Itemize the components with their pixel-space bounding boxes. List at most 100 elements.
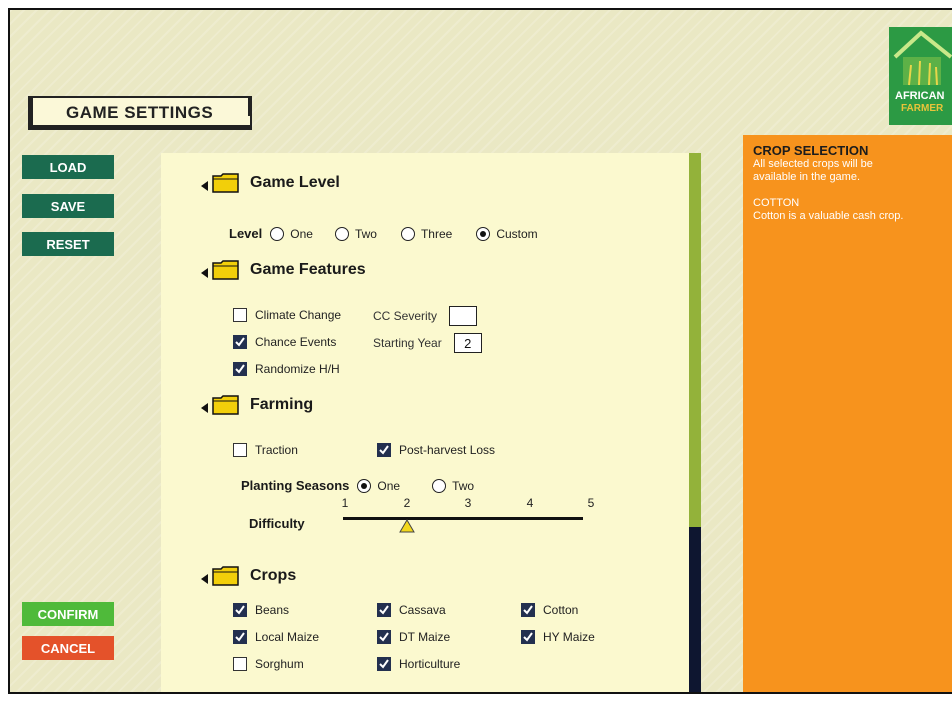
folder-icon [212, 566, 240, 586]
level-option-custom[interactable]: Custom [476, 226, 538, 241]
section-title: Game Level [250, 174, 340, 191]
crop-label: Cotton [543, 603, 579, 617]
crop-label: HY Maize [543, 630, 595, 644]
checkbox-label: Traction [255, 443, 298, 457]
slider-tick-label: 5 [587, 496, 595, 510]
post-harvest-checkbox[interactable]: Post-harvest Loss [377, 443, 495, 457]
crop-checkbox[interactable]: DT Maize [377, 630, 450, 644]
chance-events-checkbox[interactable]: Chance Events [233, 335, 336, 349]
info-title: CROP SELECTION [753, 143, 869, 158]
seasons-option-one[interactable]: One [357, 478, 401, 493]
save-button[interactable]: SAVE [22, 194, 114, 218]
info-line: All selected crops will be [753, 158, 873, 170]
info-line: available in the game. [753, 171, 861, 183]
cc-severity-input[interactable] [449, 306, 478, 326]
crop-checkbox[interactable]: Sorghum [233, 657, 304, 671]
folder-icon [212, 395, 240, 415]
level-option-three[interactable]: Three [400, 226, 452, 241]
option-label: Custom [496, 226, 538, 241]
load-button[interactable]: LOAD [22, 155, 114, 179]
section-game-level[interactable]: Game Level [201, 173, 340, 193]
section-game-features[interactable]: Game Features [201, 260, 366, 280]
collapse-triangle-icon[interactable] [201, 181, 208, 191]
game-window: GAME SETTINGS LOAD SAVE RESET CONFIRM CA… [8, 8, 952, 694]
level-label: Level [229, 226, 263, 241]
radio-selected-icon[interactable] [357, 478, 372, 493]
radio-selected-icon[interactable] [476, 226, 491, 241]
slider-tick-label: 4 [526, 496, 534, 510]
collapse-triangle-icon[interactable] [201, 574, 208, 584]
radio-icon[interactable] [270, 226, 285, 241]
crop-checkbox[interactable]: HY Maize [521, 630, 595, 644]
planting-seasons-label: Planting Seasons [241, 478, 350, 493]
collapse-triangle-icon[interactable] [201, 403, 208, 413]
section-title: Crops [250, 567, 297, 584]
starting-year-label: Starting Year [373, 336, 442, 350]
checkmark-icon[interactable] [377, 603, 391, 617]
option-label: One [377, 478, 401, 493]
checkmark-icon[interactable] [377, 657, 391, 671]
traction-checkbox[interactable]: Traction [233, 443, 298, 457]
crop-checkbox[interactable]: Horticulture [377, 657, 460, 671]
cc-severity-row: CC Severity [373, 306, 478, 326]
option-label: Two [452, 478, 475, 493]
crop-checkbox[interactable]: Cassava [377, 603, 446, 617]
slider-track[interactable] [343, 517, 583, 520]
crop-label: Sorghum [255, 657, 304, 671]
seasons-option-two[interactable]: Two [432, 478, 475, 493]
collapse-triangle-icon[interactable] [201, 268, 208, 278]
level-option-two[interactable]: Two [334, 226, 377, 241]
checkbox-icon[interactable] [233, 443, 247, 457]
crop-label: Local Maize [255, 630, 320, 644]
starting-year-row: Starting Year [373, 333, 482, 353]
starting-year-input[interactable] [453, 333, 482, 353]
page-title: GAME SETTINGS [28, 96, 252, 130]
difficulty-slider[interactable]: 1 2 3 4 5 [342, 496, 594, 534]
radio-icon[interactable] [432, 478, 447, 493]
reset-button[interactable]: RESET [22, 232, 114, 256]
checkbox-icon[interactable] [233, 657, 247, 671]
crop-label: Cassava [399, 603, 446, 617]
planting-seasons-row: Planting Seasons One Two [241, 478, 474, 493]
crop-label: Horticulture [399, 657, 461, 671]
checkmark-icon[interactable] [233, 630, 247, 644]
checkbox-label: Randomize H/H [255, 362, 340, 376]
folder-icon [212, 260, 240, 280]
checkbox-label: Climate Change [255, 308, 342, 322]
option-label: One [290, 226, 313, 241]
info-subtitle: COTTON [753, 197, 800, 209]
crop-checkbox[interactable]: Beans [233, 603, 289, 617]
info-panel: CROP SELECTION All selected crops will b… [743, 135, 952, 692]
logo-text: FARMER [901, 103, 944, 114]
difficulty-label: Difficulty [249, 516, 305, 531]
slider-tick-label: 3 [464, 496, 472, 510]
african-farmer-logo: AFRICAN FARMER [889, 27, 952, 125]
checkmark-icon[interactable] [233, 603, 247, 617]
scrollbar-thumb[interactable] [689, 153, 701, 527]
randomize-checkbox[interactable]: Randomize H/H [233, 362, 340, 376]
checkmark-icon[interactable] [233, 335, 247, 349]
checkmark-icon[interactable] [521, 630, 535, 644]
confirm-button[interactable]: CONFIRM [22, 602, 114, 626]
scrollbar[interactable] [689, 153, 701, 692]
slider-tick-label: 1 [341, 496, 349, 510]
section-farming[interactable]: Farming [201, 395, 313, 415]
crop-checkbox[interactable]: Cotton [521, 603, 578, 617]
radio-icon[interactable] [400, 226, 415, 241]
crop-label: Beans [255, 603, 290, 617]
slider-thumb-icon[interactable] [398, 519, 415, 533]
checkbox-icon[interactable] [233, 308, 247, 322]
checkmark-icon[interactable] [521, 603, 535, 617]
section-title: Farming [250, 396, 314, 413]
option-label: Two [354, 226, 377, 241]
climate-change-checkbox[interactable]: Climate Change [233, 308, 341, 322]
crop-checkbox[interactable]: Local Maize [233, 630, 319, 644]
cancel-button[interactable]: CANCEL [22, 636, 114, 660]
level-option-one[interactable]: One [270, 226, 313, 241]
radio-icon[interactable] [334, 226, 349, 241]
level-row: Level One Two Three Custom [229, 226, 538, 241]
checkmark-icon[interactable] [233, 362, 247, 376]
checkmark-icon[interactable] [377, 443, 391, 457]
checkmark-icon[interactable] [377, 630, 391, 644]
section-crops[interactable]: Crops [201, 566, 296, 586]
